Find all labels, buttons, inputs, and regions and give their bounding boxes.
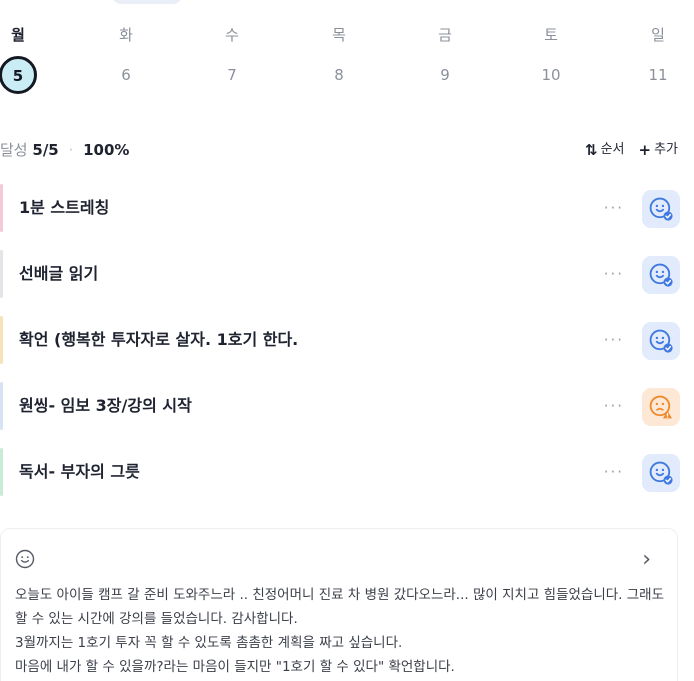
summary-separator: · xyxy=(68,141,74,159)
day-name: 화 xyxy=(119,26,133,44)
habit-row[interactable]: 선배글 읽기 ··· xyxy=(0,248,694,300)
day-name: 토 xyxy=(544,26,558,44)
habit-title: 원씽- 임보 3장/강의 시작 xyxy=(19,396,192,415)
day-2[interactable]: 수7 xyxy=(207,24,257,92)
habit-row[interactable]: 1분 스트레칭 ··· xyxy=(0,182,694,234)
more-options-icon[interactable]: ··· xyxy=(604,248,624,300)
day-4[interactable]: 금9 xyxy=(420,24,470,92)
habit-row[interactable]: 독서- 부자의 그릇 ··· xyxy=(0,446,694,498)
today-date[interactable]: 5 xyxy=(0,56,37,94)
day-3[interactable]: 목8 xyxy=(314,24,364,92)
more-options-icon[interactable]: ··· xyxy=(604,380,624,432)
habit-color-bar xyxy=(0,448,3,496)
day-date[interactable]: 10 xyxy=(526,58,576,92)
day-date[interactable]: 7 xyxy=(207,58,257,92)
add-label: 추가 xyxy=(654,142,678,157)
day-date[interactable]: 6 xyxy=(101,58,151,92)
day-5[interactable]: 토 10 xyxy=(526,24,576,92)
smile-check-icon[interactable] xyxy=(642,190,680,228)
summary-actions: ⇅ 순서 + 추가 xyxy=(585,138,678,162)
habit-color-bar xyxy=(0,316,3,364)
summary-bar: 달성 5/5 · 100% ⇅ 순서 + 추가 xyxy=(0,138,694,162)
day-name: 월 xyxy=(11,26,25,44)
achievement-count: 5/5 xyxy=(32,141,59,159)
day-name: 금 xyxy=(438,26,452,44)
day-0[interactable]: 월5 xyxy=(0,24,43,94)
habit-row[interactable]: 원씽- 임보 3장/강의 시작 ··· xyxy=(0,380,694,432)
day-date[interactable]: 8 xyxy=(314,58,364,92)
add-habit-button[interactable]: + 추가 xyxy=(639,138,679,162)
smile-check-icon[interactable] xyxy=(642,322,680,360)
day-1[interactable]: 화6 xyxy=(101,24,151,92)
habit-row[interactable]: 확언 (행복한 투자자로 살자. 1호기 한다. ··· xyxy=(0,314,694,366)
order-label: 순서 xyxy=(600,142,625,157)
habit-color-bar xyxy=(0,382,3,430)
habit-color-bar xyxy=(0,184,3,232)
day-6[interactable]: 일 11 xyxy=(633,24,683,92)
habit-title: 확언 (행복한 투자자로 살자. 1호기 한다. xyxy=(19,330,299,349)
more-options-icon[interactable]: ··· xyxy=(604,182,624,234)
smile-check-icon[interactable] xyxy=(642,256,680,294)
chevron-right-icon[interactable]: › xyxy=(642,547,651,572)
day-date[interactable]: 11 xyxy=(633,58,683,92)
achievement-label: 달성 xyxy=(0,141,28,159)
smile-check-icon[interactable] xyxy=(642,454,680,492)
habit-title: 선배글 읽기 xyxy=(19,264,99,283)
daily-memo-card[interactable]: › 오늘도 아이들 캠프 갈 준비 도와주느라 .. 친정어머니 진료 차 병원… xyxy=(0,528,678,681)
memo-text: 오늘도 아이들 캠프 갈 준비 도와주느라 .. 친정어머니 진료 차 병원 갔… xyxy=(15,587,665,675)
achievement-summary: 달성 5/5 · 100% xyxy=(0,138,129,162)
day-name: 목 xyxy=(332,26,346,44)
worried-warning-icon[interactable] xyxy=(642,388,680,426)
day-name: 수 xyxy=(225,26,239,44)
day-name: 일 xyxy=(651,26,665,44)
plus-icon: + xyxy=(638,141,652,159)
smile-outline-icon xyxy=(15,549,35,569)
habit-title: 1분 스트레칭 xyxy=(19,198,110,217)
achievement-percent: 100% xyxy=(83,141,130,159)
more-options-icon[interactable]: ··· xyxy=(604,446,624,498)
sort-icon: ⇅ xyxy=(585,141,598,159)
habit-color-bar xyxy=(0,250,3,298)
habit-title: 독서- 부자의 그릇 xyxy=(19,462,140,481)
more-options-icon[interactable]: ··· xyxy=(604,314,624,366)
day-date[interactable]: 9 xyxy=(420,58,470,92)
view-tab-indicator[interactable] xyxy=(112,0,182,4)
order-button[interactable]: ⇅ 순서 xyxy=(585,138,625,162)
